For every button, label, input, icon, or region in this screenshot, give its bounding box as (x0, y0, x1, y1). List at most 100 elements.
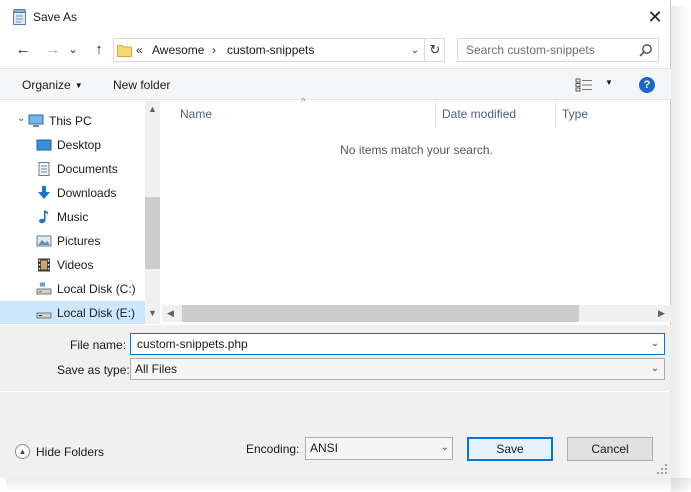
column-header-date-modified[interactable]: Date modified (442, 107, 516, 131)
column-divider[interactable] (555, 101, 556, 127)
window-shadow (6, 478, 691, 492)
sidebar-item-label: Videos (57, 258, 94, 272)
organize-label: Organize (22, 78, 71, 92)
sidebar-item-pictures[interactable]: Pictures (0, 229, 145, 253)
hide-folders-label: Hide Folders (36, 445, 105, 459)
empty-message: No items match your search. (340, 143, 493, 157)
scroll-down-button[interactable]: ▼ (145, 305, 160, 322)
sidebar-item-desktop[interactable]: Desktop (0, 133, 145, 157)
sidebar-item-label: Local Disk (E:) (57, 306, 136, 320)
sidebar-item-music[interactable]: Music (0, 205, 145, 229)
scroll-right-icon: ▶ (658, 308, 665, 318)
chevron-down-icon: ⌄ (650, 363, 660, 374)
column-divider[interactable] (435, 101, 436, 127)
breadcrumb-overflow[interactable]: « (136, 43, 143, 57)
save-as-type-label: Save as type: (57, 363, 130, 377)
navigation-pane-scrollbar[interactable]: ▲ ▼ (145, 101, 160, 324)
organize-button[interactable]: Organize ▼ (22, 78, 83, 92)
scroll-right-button[interactable]: ▶ (653, 305, 670, 322)
details-view-icon (575, 78, 592, 92)
help-button[interactable]: ? (639, 77, 655, 93)
folder-icon (117, 45, 132, 57)
save-button[interactable]: Save (467, 437, 553, 461)
breadcrumb-awesome[interactable]: Awesome (152, 43, 204, 57)
sidebar-item-local-disk-c[interactable]: Local Disk (C:) (0, 277, 145, 301)
encoding-select[interactable]: ANSI ⌄ (305, 437, 453, 460)
title-bar[interactable]: Save As ✕ (0, 0, 671, 34)
command-bar: Organize ▼ New folder ▼ ? (0, 68, 671, 100)
back-button[interactable]: ← (13, 40, 33, 60)
notepad-icon (13, 9, 26, 25)
resize-grip-icon[interactable] (656, 463, 668, 475)
column-header-label: Name (180, 107, 213, 121)
column-header-type[interactable]: Type (562, 107, 588, 131)
collapse-icon: ▲ (15, 444, 30, 459)
caret-down-icon: ▼ (605, 78, 613, 87)
search-input[interactable] (464, 42, 634, 58)
recent-locations-button[interactable]: ⌄ (67, 40, 79, 60)
sidebar-item-this-pc[interactable]: ⌄ This PC (0, 109, 145, 133)
dialog-footer: ▲ Hide Folders Encoding: ANSI ⌄ Save Can… (0, 392, 671, 478)
sidebar-item-videos[interactable]: Videos (0, 253, 145, 277)
up-arrow-icon: ↑ (95, 41, 103, 58)
drive-icon (36, 312, 52, 319)
back-arrow-icon: ← (15, 41, 31, 58)
forward-arrow-icon: → (45, 41, 61, 58)
file-name-combobox[interactable]: ⌄ (130, 333, 665, 355)
address-bar[interactable]: « Awesome › custom-snippets ⌄ ↻ (113, 38, 445, 62)
scroll-up-icon: ▲ (148, 104, 157, 114)
scroll-left-button[interactable]: ◀ (162, 305, 179, 322)
file-list-horizontal-scrollbar[interactable]: ◀ ▶ (162, 305, 671, 322)
scroll-up-button[interactable]: ▲ (145, 101, 160, 118)
chevron-down-icon: ⌄ (68, 44, 78, 56)
breadcrumb-separator[interactable]: › (212, 43, 216, 57)
file-name-label: File name: (70, 338, 127, 352)
close-button[interactable]: ✕ (641, 4, 669, 30)
scrollbar-thumb[interactable] (182, 305, 579, 322)
scrollbar-thumb[interactable] (145, 197, 160, 269)
scroll-left-icon: ◀ (167, 308, 174, 318)
sort-indicator-icon: ^ (301, 97, 306, 108)
forward-button[interactable]: → (43, 40, 63, 60)
desktop-icon (36, 139, 52, 151)
help-icon: ? (643, 79, 651, 91)
sidebar-item-label: Downloads (57, 186, 117, 200)
navigation-pane[interactable]: ⌄ This PC Desktop Documents Downloads Mu… (0, 101, 162, 324)
sidebar-item-label: This PC (49, 114, 92, 128)
collapse-chevron-icon[interactable]: ⌄ (17, 113, 25, 124)
change-view-button[interactable]: ▼ (575, 78, 615, 92)
breadcrumb-custom-snippets[interactable]: custom-snippets (227, 43, 314, 57)
caret-down-icon: ▼ (74, 81, 83, 90)
file-list[interactable]: ^ Name Date modified Type No items match… (162, 97, 671, 324)
sidebar-item-label: Documents (57, 162, 118, 176)
chevron-down-icon: ⌄ (440, 442, 449, 453)
refresh-button[interactable]: ↻ (424, 39, 445, 61)
search-box[interactable] (457, 38, 659, 62)
new-folder-button[interactable]: New folder (113, 78, 170, 92)
column-header-label: Type (562, 107, 589, 121)
cancel-button[interactable]: Cancel (567, 437, 653, 461)
sidebar-item-downloads[interactable]: Downloads (0, 181, 145, 205)
chevron-down-icon[interactable]: ⌄ (648, 336, 662, 352)
save-as-type-value: All Files (135, 362, 178, 376)
sidebar-item-label: Desktop (57, 138, 102, 152)
save-as-type-select[interactable]: All Files ⌄ (130, 358, 665, 380)
window-shadow (671, 6, 691, 492)
sidebar-item-local-disk-e[interactable]: Local Disk (E:) (0, 301, 145, 324)
window-title: Save As (33, 10, 78, 24)
close-icon: ✕ (647, 7, 663, 27)
sidebar-item-documents[interactable]: Documents (0, 157, 145, 181)
sidebar-item-label: Local Disk (C:) (57, 282, 136, 296)
scroll-down-icon: ▼ (148, 308, 157, 318)
file-name-input[interactable] (135, 336, 635, 352)
navigation-bar: ← → ⌄ ↑ « Awesome › custom-snippets ⌄ ↻ (0, 36, 671, 66)
column-header-name[interactable]: Name (180, 107, 212, 131)
music-icon (39, 210, 49, 224)
address-history-dropdown[interactable]: ⌄ (407, 42, 423, 59)
up-button[interactable]: ↑ (89, 40, 109, 60)
sidebar-item-label: Music (57, 210, 89, 224)
encoding-value: ANSI (310, 441, 339, 455)
drive-icon (36, 282, 52, 295)
documents-icon (38, 162, 50, 176)
refresh-icon: ↻ (429, 42, 441, 57)
